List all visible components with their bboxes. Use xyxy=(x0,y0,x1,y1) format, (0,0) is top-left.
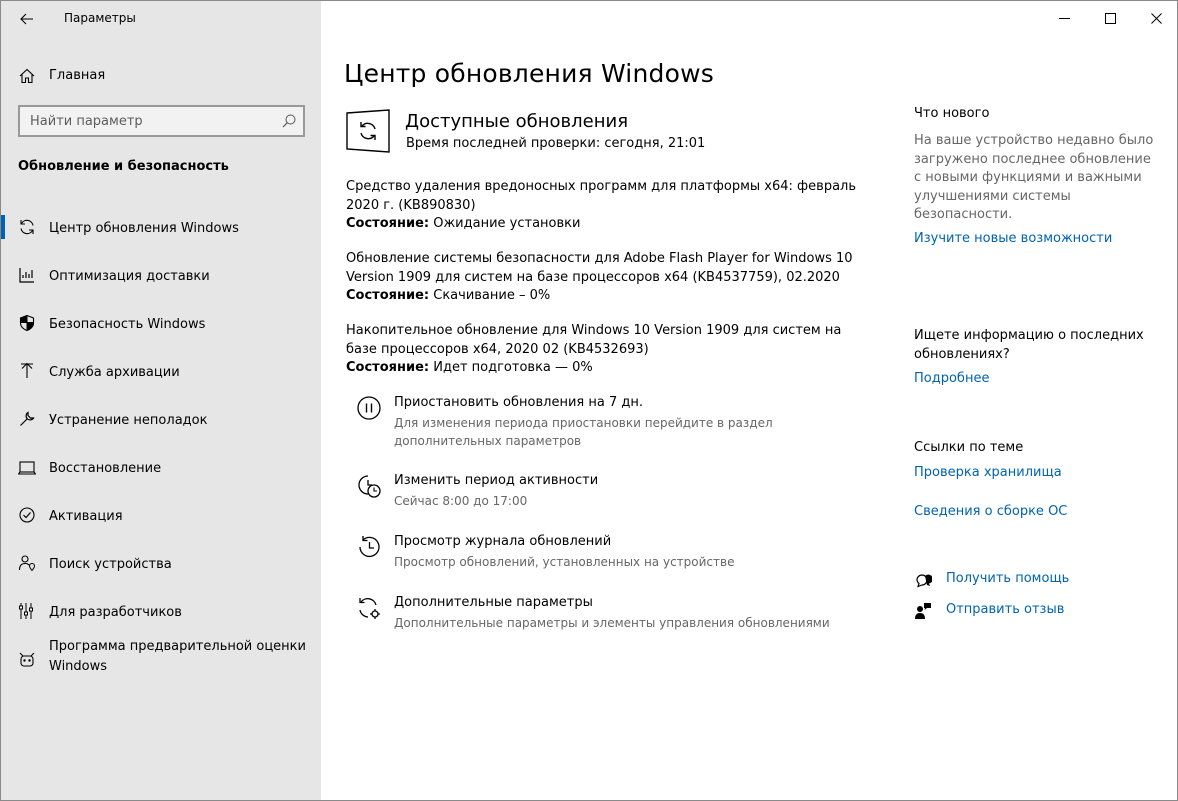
maximize-button[interactable] xyxy=(1087,1,1133,35)
sync-icon xyxy=(20,219,34,235)
update-item: Накопительное обновление для Windows 10 … xyxy=(346,322,876,378)
send-feedback-link[interactable]: Отправить отзыв xyxy=(946,602,1064,617)
status-value: Ожидание установки xyxy=(429,216,581,231)
get-help-link[interactable]: Получить помощь xyxy=(946,571,1069,586)
sidebar-item-label: Программа предварительной оценки Windows xyxy=(49,639,306,674)
sidebar-item-windows-update[interactable]: Центр обновления Windows xyxy=(1,205,321,253)
update-item: Обновление системы безопасности для Adob… xyxy=(346,250,876,306)
option-title: Приостановить обновления на 7 дн. xyxy=(394,395,643,410)
sidebar: Параметры Главная Обновление и безопасно… xyxy=(1,1,321,800)
delivery-icon xyxy=(19,268,34,283)
sidebar-item-recovery[interactable]: Восстановление xyxy=(1,445,321,493)
sidebar-item-label: Поиск устройства xyxy=(49,557,172,572)
recovery-icon xyxy=(18,461,36,475)
update-name: Накопительное обновление для Windows 10 … xyxy=(346,323,842,357)
whats-new-link[interactable]: Изучите новые возможности xyxy=(914,231,1112,246)
window-caption-buttons xyxy=(1041,1,1177,35)
option-title: Изменить период активности xyxy=(394,473,599,488)
minimize-button[interactable] xyxy=(1041,1,1087,35)
feedback-icon xyxy=(915,603,931,619)
app-title: Параметры xyxy=(64,11,136,25)
search-box[interactable] xyxy=(18,105,305,137)
sidebar-item-label: Безопасность Windows xyxy=(49,317,206,332)
learn-more-link[interactable]: Подробнее xyxy=(914,371,989,386)
check-storage-link[interactable]: Проверка хранилища xyxy=(914,465,1062,480)
page-title: Центр обновления Windows xyxy=(344,59,714,88)
title-bar: Параметры xyxy=(1,1,321,37)
home-icon xyxy=(19,68,35,84)
sidebar-item-delivery-optimization[interactable]: Оптимизация доставки xyxy=(1,253,321,301)
main-content: Центр обновления Windows Доступные обнов… xyxy=(321,1,1177,800)
option-description: Для изменения периода приостановки перей… xyxy=(394,416,773,448)
maximize-icon xyxy=(1104,12,1116,24)
active-hours-icon xyxy=(358,475,381,498)
whats-new-text: На ваше устройство недавно было загружен… xyxy=(914,133,1154,222)
related-links-title: Ссылки по теме xyxy=(914,440,1024,455)
sidebar-item-label: Активация xyxy=(49,509,123,524)
section-title: Обновление и безопасность xyxy=(18,159,229,174)
update-status: Состояние: Идет подготовка — 0% xyxy=(346,359,876,378)
sidebar-item-activation[interactable]: Активация xyxy=(1,493,321,541)
update-status: Состояние: Скачивание – 0% xyxy=(346,287,876,306)
back-button[interactable] xyxy=(13,5,41,33)
person-location-icon xyxy=(18,555,36,572)
sidebar-item-for-developers[interactable]: Для разработчиков xyxy=(1,589,321,637)
option-description: Просмотр обновлений, установленных на ус… xyxy=(394,555,735,569)
status-label: Состояние: xyxy=(346,288,430,303)
status-value: Идет подготовка — 0% xyxy=(429,360,593,375)
info-title: Ищете информацию о последних обновлениях… xyxy=(914,328,1144,362)
minimize-icon xyxy=(1058,17,1070,19)
available-updates-title: Доступные обновления xyxy=(405,111,629,132)
sidebar-item-backup[interactable]: Служба архивации xyxy=(1,349,321,397)
sidebar-item-troubleshoot[interactable]: Устранение неполадок xyxy=(1,397,321,445)
sidebar-item-label: Восстановление xyxy=(49,461,162,476)
sidebar-nav: Центр обновления Windows Оптимизация дос… xyxy=(1,205,321,695)
os-build-info-link[interactable]: Сведения о сборке ОС xyxy=(914,504,1067,519)
option-description: Дополнительные параметры и элементы упра… xyxy=(394,616,830,630)
help-icon xyxy=(916,574,932,588)
sidebar-item-find-device[interactable]: Поиск устройства xyxy=(1,541,321,589)
check-circle-icon xyxy=(19,507,35,523)
sidebar-item-label: Для разработчиков xyxy=(49,605,182,620)
search-input[interactable] xyxy=(20,107,275,135)
sidebar-item-label: Устранение неполадок xyxy=(49,413,208,428)
shield-icon xyxy=(19,314,35,332)
sidebar-item-label: Оптимизация доставки xyxy=(49,269,210,284)
status-label: Состояние: xyxy=(346,360,430,375)
settings-window: Параметры Главная Обновление и безопасно… xyxy=(0,0,1178,801)
advanced-options-icon xyxy=(359,598,380,619)
update-name: Обновление системы безопасности для Adob… xyxy=(346,251,853,285)
whats-new-title: Что нового xyxy=(914,106,990,121)
windows-update-icon xyxy=(346,109,390,153)
option-title: Просмотр журнала обновлений xyxy=(394,534,612,549)
sidebar-item-label: Служба архивации xyxy=(49,365,180,380)
option-description: Сейчас 8:00 до 17:00 xyxy=(394,494,528,508)
wrench-icon xyxy=(20,411,35,426)
status-value: Скачивание – 0% xyxy=(429,288,551,303)
search-icon[interactable] xyxy=(281,113,297,129)
sidebar-item-windows-security[interactable]: Безопасность Windows xyxy=(1,301,321,349)
status-label: Состояние: xyxy=(346,216,430,231)
close-button[interactable] xyxy=(1133,1,1177,35)
home-nav-item[interactable]: Главная xyxy=(1,61,321,91)
last-check-time: Время последней проверки: сегодня, 21:01 xyxy=(406,136,706,151)
home-label: Главная xyxy=(49,68,106,83)
pause-icon xyxy=(357,396,381,420)
option-title: Дополнительные параметры xyxy=(394,595,593,610)
update-status: Состояние: Ожидание установки xyxy=(346,215,876,234)
close-icon xyxy=(1150,12,1162,24)
update-name: Средство удаления вредоносных программ д… xyxy=(346,179,857,213)
update-item: Средство удаления вредоносных программ д… xyxy=(346,178,876,234)
sidebar-item-label: Центр обновления Windows xyxy=(49,221,239,236)
backup-icon xyxy=(21,362,33,378)
history-icon xyxy=(359,536,380,558)
back-arrow-icon xyxy=(20,13,33,25)
sidebar-item-insider-program[interactable]: Программа предварительной оценки Windows xyxy=(1,637,321,695)
developer-icon xyxy=(19,603,33,619)
insider-icon xyxy=(19,652,35,667)
